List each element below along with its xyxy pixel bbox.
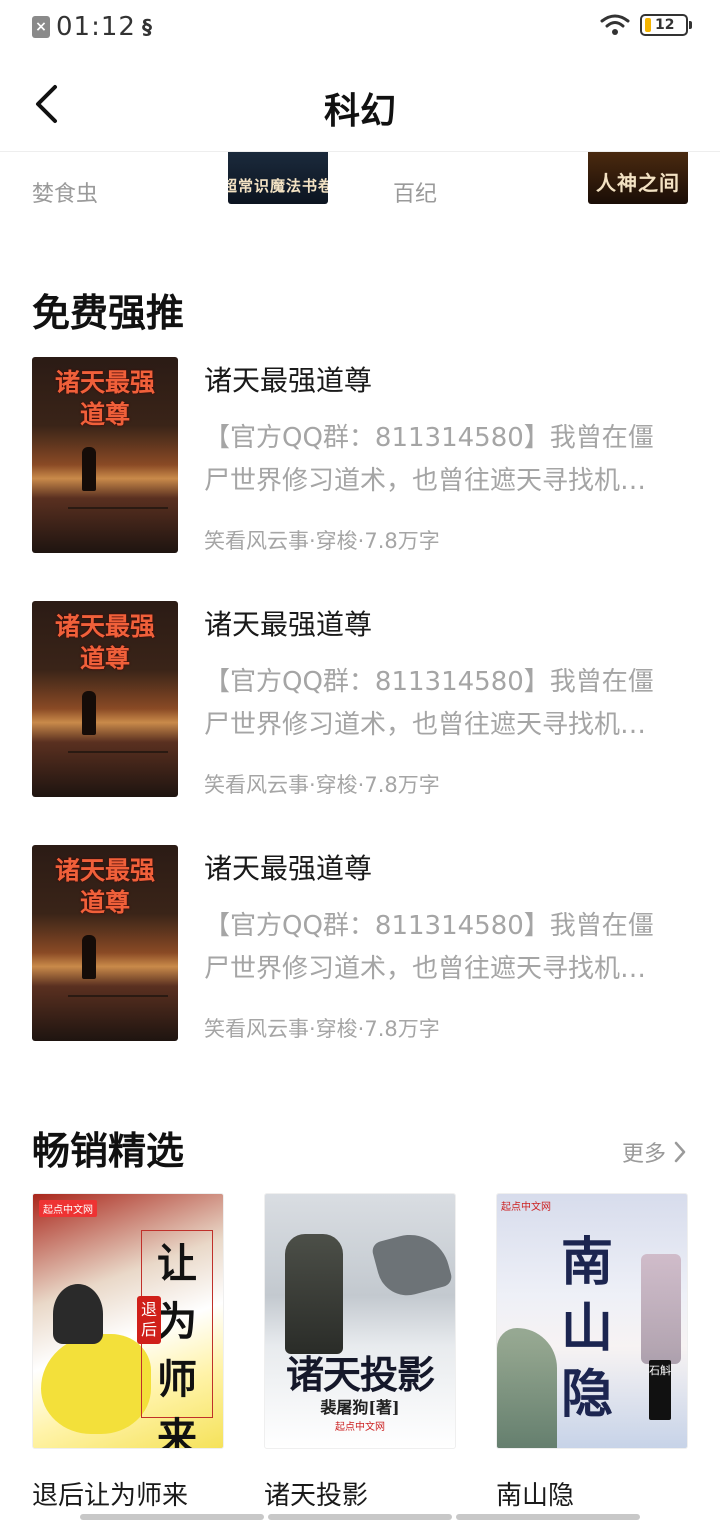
cover-publisher: 起点中文网 (501, 1202, 551, 1213)
scroll-segment (268, 1514, 452, 1520)
cover-figure (82, 447, 96, 491)
book-title: 退后让为师来 (32, 1481, 189, 1511)
book-title: 诸天最强道尊 (204, 852, 373, 885)
status-bar: × 01:12 § 12 (0, 0, 720, 58)
cover-art (53, 1284, 103, 1344)
status-left: × 01:12 § (32, 12, 152, 42)
book-grid-item[interactable]: 起点中文网 南山隐 石斛 南山隐 (496, 1193, 688, 1512)
status-time: 01:12 (56, 12, 136, 42)
cover-line (68, 995, 168, 997)
notification-x-icon: × (32, 16, 50, 38)
cover-title-line: 诸天最强 (54, 856, 155, 885)
book-cover: 起点中文网 让 为 师 来 退后 (32, 1193, 224, 1449)
peek-cover-text: 人神之间 (596, 171, 680, 195)
no-sim-icon: § (141, 15, 152, 39)
desc-line: 尸世界修习道术，也曾往遮天寻找机… (204, 954, 647, 984)
peek-cover-text: 超常识魔法书卷 (228, 177, 328, 195)
cover-art (285, 1234, 343, 1354)
scroll-segment (456, 1514, 640, 1520)
peek-book-cover[interactable]: 超常识魔法书卷 (228, 152, 328, 204)
section-title-free: 免费强推 (32, 290, 185, 335)
desc-line: 【官方QQ群：811314580】我曾在僵 (204, 667, 654, 697)
status-right: 12 (600, 14, 692, 36)
cover-title-line: 诸天最强 (54, 612, 155, 641)
book-description: 【官方QQ群：811314580】我曾在僵 尸世界修习道术，也曾往遮天寻找机… (204, 417, 688, 503)
cover-title-char: 为 (157, 1298, 197, 1345)
desc-line: 【官方QQ群：811314580】我曾在僵 (204, 911, 654, 941)
cover-art (41, 1334, 151, 1434)
cover-line (68, 751, 168, 753)
book-cover: 诸天最强 道尊 (32, 601, 178, 797)
cover-title: 南山隐 (560, 1232, 613, 1425)
cover-art (641, 1254, 681, 1364)
chevron-right-icon (674, 1141, 686, 1163)
wifi-icon (600, 14, 630, 35)
book-title: 诸天最强道尊 (204, 364, 373, 397)
book-title: 诸天投影 (264, 1481, 369, 1511)
cover-art (370, 1225, 454, 1303)
cover-title-char: 让 (157, 1240, 197, 1287)
book-title: 诸天最强道尊 (204, 608, 373, 641)
cover-title-line: 道尊 (79, 400, 130, 429)
cover-title-line: 道尊 (79, 888, 130, 917)
battery-level: 12 (655, 17, 675, 33)
book-grid-item[interactable]: 起点中文网 让 为 师 来 退后 退后让为师来 (32, 1193, 224, 1512)
book-description: 【官方QQ群：811314580】我曾在僵 尸世界修习道术，也曾往遮天寻找机… (204, 905, 688, 991)
desc-line: 【官方QQ群：811314580】我曾在僵 (204, 423, 654, 453)
cover-author: 石斛 (649, 1360, 671, 1420)
book-list-item[interactable]: 诸天最强 道尊 诸天最强道尊 【官方QQ群：811314580】我曾在僵 尸世界修… (32, 357, 688, 553)
cover-figure (82, 935, 96, 979)
book-cover: 起点中文网 南山隐 石斛 (496, 1193, 688, 1449)
book-list-item[interactable]: 诸天最强 道尊 诸天最强道尊 【官方QQ群：811314580】我曾在僵 尸世界修… (32, 845, 688, 1041)
cover-title-char: 师 (157, 1356, 197, 1403)
cover-figure (82, 691, 96, 735)
book-meta: 笑看风云事·穿梭·7.8万字 (204, 773, 440, 797)
book-description: 【官方QQ群：811314580】我曾在僵 尸世界修习道术，也曾往遮天寻找机… (204, 661, 688, 747)
book-meta: 笑看风云事·穿梭·7.8万字 (204, 1017, 440, 1041)
battery-fill (645, 18, 651, 32)
battery-icon: 12 (640, 14, 692, 36)
cover-seal: 退后 (137, 1296, 161, 1344)
cover-title-char: 来 (157, 1414, 197, 1449)
section-title-bestseller: 畅销精选 (32, 1128, 185, 1173)
book-meta: 笑看风云事·穿梭·7.8万字 (204, 529, 440, 553)
cover-line (68, 507, 168, 509)
book-grid-item[interactable]: 诸天投影 裴屠狗[著] 起点中文网 诸天投影 (264, 1193, 456, 1512)
peek-author[interactable]: 百纪 (393, 176, 437, 208)
cover-title-line: 诸天最强 (54, 368, 155, 397)
book-list-item[interactable]: 诸天最强 道尊 诸天最强道尊 【官方QQ群：811314580】我曾在僵 尸世界修… (32, 601, 688, 797)
peek-row: 婪食虫 超常识魔法书卷 百纪 人神之间 (0, 152, 720, 212)
cover-publisher: 起点中文网 (335, 1422, 385, 1433)
scroll-segment (80, 1514, 264, 1520)
cover-title: 诸天投影 (285, 1352, 435, 1397)
book-cover: 诸天最强 道尊 (32, 357, 178, 553)
page-title: 科幻 (323, 90, 396, 132)
cover-title-line: 道尊 (79, 644, 130, 673)
peek-author[interactable]: 婪食虫 (32, 176, 98, 208)
more-button[interactable]: 更多 (622, 1136, 686, 1168)
nav-bar: 科幻 (0, 58, 720, 152)
book-cover: 诸天投影 裴屠狗[著] 起点中文网 (264, 1193, 456, 1449)
cover-publisher-tag: 起点中文网 (39, 1200, 97, 1217)
cover-author: 裴屠狗[著] (320, 1398, 400, 1417)
desc-line: 尸世界修习道术，也曾往遮天寻找机… (204, 466, 647, 496)
desc-line: 尸世界修习道术，也曾往遮天寻找机… (204, 710, 647, 740)
book-title: 南山隐 (496, 1481, 575, 1511)
peek-book-cover[interactable]: 人神之间 (588, 152, 688, 204)
scroll-indicator (80, 1514, 640, 1520)
more-label: 更多 (621, 1142, 666, 1167)
book-cover: 诸天最强 道尊 (32, 845, 178, 1041)
